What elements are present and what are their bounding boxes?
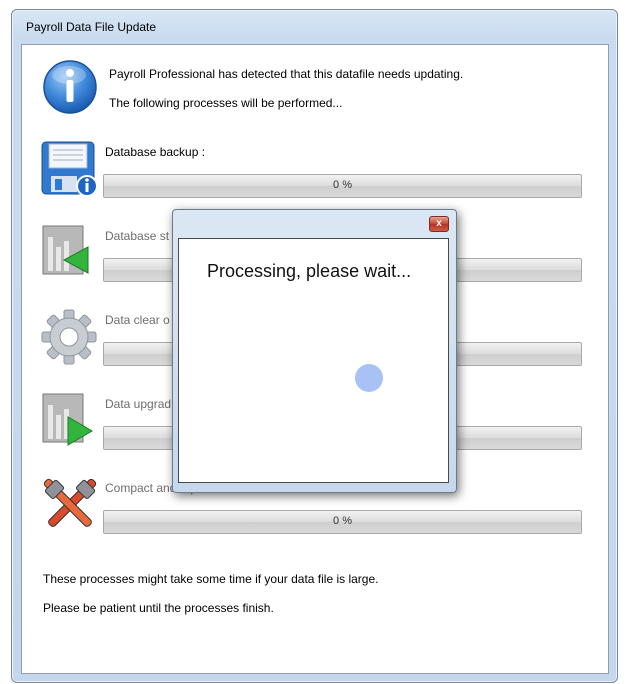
spinner-icon (355, 364, 383, 392)
processing-message: Processing, please wait... (207, 261, 412, 281)
window-title: Payroll Data File Update (26, 20, 157, 34)
footer-line-1: These processes might take some time if … (43, 572, 379, 586)
intro-line-1: Payroll Professional has detected that t… (109, 67, 464, 81)
chart-arrow-right-icon (42, 393, 93, 446)
close-button[interactable]: x (429, 216, 449, 232)
progress-text-backup: 0 % (333, 179, 352, 191)
floppy-disk-info-icon (41, 141, 98, 197)
step-label-backup: Database backup : (105, 145, 206, 159)
progress-text-compact: 0 % (333, 515, 352, 527)
chart-arrow-left-icon (42, 225, 89, 275)
step-label-4: Data upgrad (105, 397, 172, 411)
intro-line-2: The following processes will be performe… (109, 96, 343, 110)
gear-icon (41, 309, 97, 365)
footer-line-2: Please be patient until the processes fi… (43, 601, 274, 615)
progress-bar-compact: 0 % (103, 510, 582, 534)
progress-bar-backup: 0 % (103, 174, 582, 198)
step-label-2: Database st (105, 229, 170, 243)
info-icon (43, 60, 97, 114)
processing-dialog: x Processing, please wait... (172, 209, 457, 493)
processing-dialog-body: Processing, please wait... (178, 238, 449, 483)
step-label-3: Data clear o (105, 313, 170, 327)
tools-icon (43, 478, 97, 527)
